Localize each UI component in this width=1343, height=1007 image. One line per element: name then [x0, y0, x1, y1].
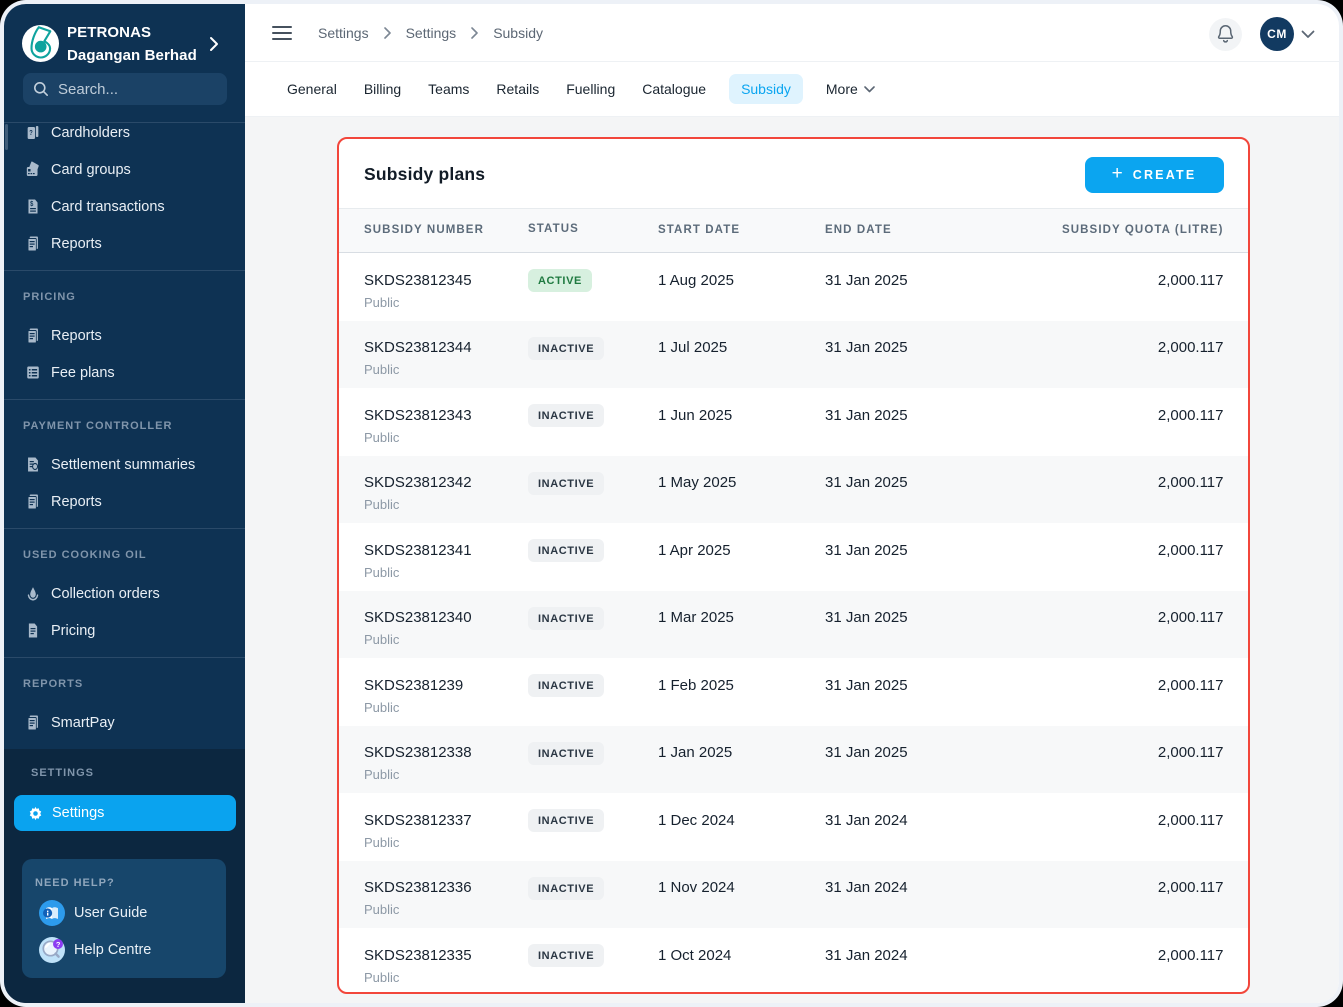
svg-text:?: ?: [56, 940, 61, 949]
svg-text:?: ?: [29, 130, 33, 138]
svg-text:$: $: [30, 201, 34, 209]
